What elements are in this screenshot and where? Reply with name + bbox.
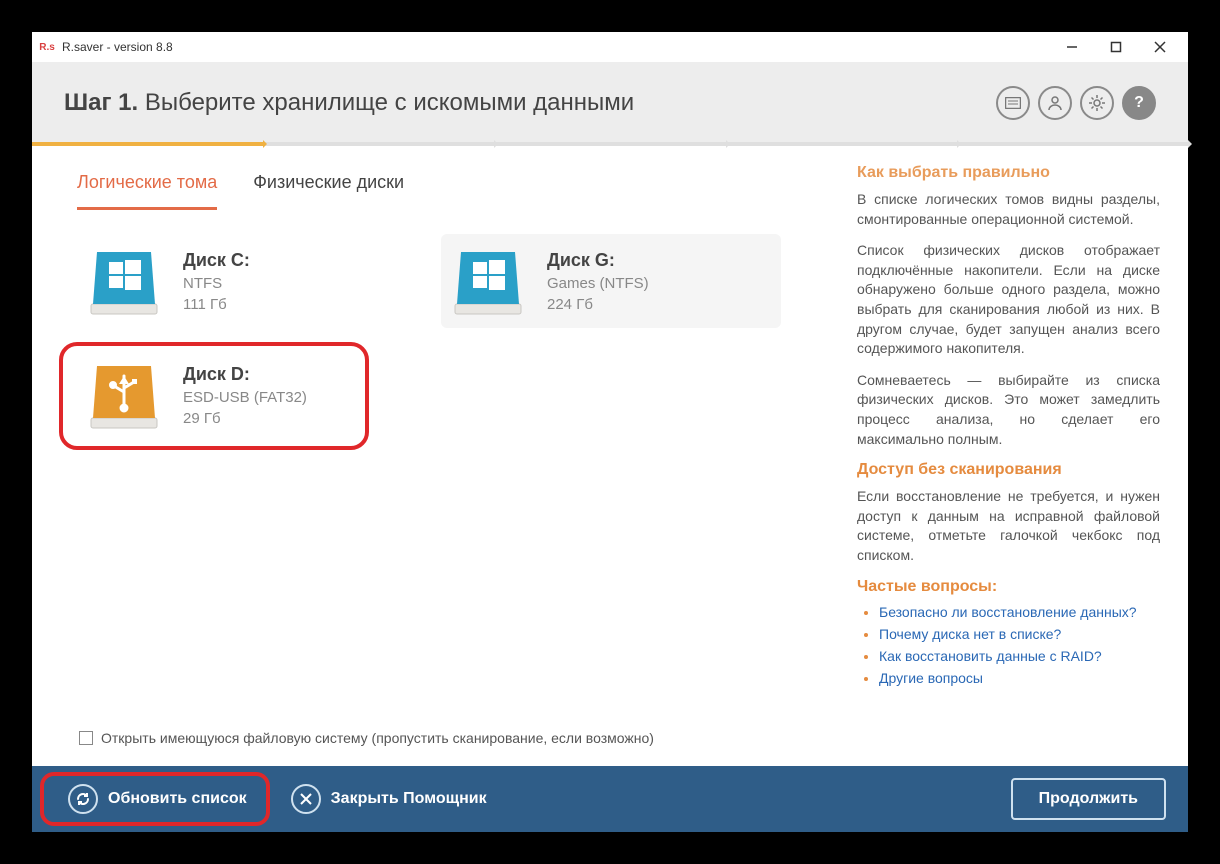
maximize-button[interactable] <box>1094 33 1138 61</box>
progress-strip <box>32 142 1188 146</box>
disk-item-d[interactable]: Диск D: ESD-USB (FAT32) 29 Гб <box>77 348 417 442</box>
disk-fs: NTFS <box>183 275 250 292</box>
disk-fs: Games (NTFS) <box>547 275 649 292</box>
disk-size: 111 Гб <box>183 296 250 313</box>
help-heading-faq: Частые вопросы: <box>857 578 1160 596</box>
disk-size: 29 Гб <box>183 410 307 427</box>
disk-size: 224 Гб <box>547 296 649 313</box>
disk-name: Диск G: <box>547 250 649 271</box>
refresh-label: Обновить список <box>108 790 247 808</box>
drive-usb-icon <box>85 358 163 432</box>
faq-link[interactable]: Почему диска нет в списке? <box>879 626 1160 642</box>
disk-grid: Диск C: NTFS 111 Гб Д <box>77 234 847 442</box>
help-icon[interactable]: ? <box>1122 86 1156 120</box>
disk-item-g[interactable]: Диск G: Games (NTFS) 224 Гб <box>441 234 781 328</box>
license-icon[interactable] <box>996 86 1030 120</box>
help-paragraph: Сомневаетесь — выбирайте из списка физич… <box>857 371 1160 449</box>
help-paragraph: В списке логических томов видны разделы,… <box>857 190 1160 229</box>
faq-link[interactable]: Другие вопросы <box>879 670 1160 686</box>
disk-name: Диск D: <box>183 364 307 385</box>
help-paragraph: Список физических дисков отображает подк… <box>857 241 1160 359</box>
app-icon: R.s <box>38 38 56 56</box>
close-assistant-button[interactable]: Закрыть Помощник <box>277 776 501 822</box>
close-button[interactable] <box>1138 33 1182 61</box>
left-panel: Логические тома Физические диски <box>77 164 847 756</box>
disk-item-c[interactable]: Диск C: NTFS 111 Гб <box>77 234 417 328</box>
help-sidebar: Как выбрать правильно В списке логически… <box>847 164 1160 756</box>
continue-button[interactable]: Продолжить <box>1011 778 1166 820</box>
disk-fs: ESD-USB (FAT32) <box>183 389 307 406</box>
checkbox-icon <box>79 731 93 745</box>
minimize-button[interactable] <box>1050 33 1094 61</box>
footer-bar: Обновить список Закрыть Помощник Продолж… <box>32 766 1188 832</box>
refresh-icon <box>68 784 98 814</box>
checkbox-label: Открыть имеющуюся файловую систему (проп… <box>101 730 654 746</box>
faq-link[interactable]: Безопасно ли восстановление данных? <box>879 604 1160 620</box>
drive-windows-icon <box>85 244 163 318</box>
help-heading-noscan: Доступ без сканирования <box>857 461 1160 479</box>
drive-windows-icon <box>449 244 527 318</box>
close-icon <box>291 784 321 814</box>
faq-list: Безопасно ли восстановление данных? Поче… <box>857 604 1160 686</box>
refresh-list-button[interactable]: Обновить список <box>54 776 261 822</box>
app-window: R.s R.saver - version 8.8 Шаг 1. Выберит… <box>32 32 1188 832</box>
disk-name: Диск C: <box>183 250 250 271</box>
open-filesystem-checkbox[interactable]: Открыть имеющуюся файловую систему (проп… <box>77 724 847 756</box>
faq-link[interactable]: Как восстановить данные с RAID? <box>879 648 1160 664</box>
content-area: Логические тома Физические диски <box>32 146 1188 766</box>
user-icon[interactable] <box>1038 86 1072 120</box>
tab-logical-volumes[interactable]: Логические тома <box>77 164 217 210</box>
tabs: Логические тома Физические диски <box>77 164 847 210</box>
tab-physical-disks[interactable]: Физические диски <box>253 164 404 210</box>
continue-label: Продолжить <box>1039 790 1138 808</box>
window-title: R.saver - version 8.8 <box>62 40 173 54</box>
close-label: Закрыть Помощник <box>331 790 487 808</box>
step-header: Шаг 1. Выберите хранилище с искомыми дан… <box>32 62 1188 142</box>
titlebar: R.s R.saver - version 8.8 <box>32 32 1188 62</box>
page-title: Шаг 1. Выберите хранилище с искомыми дан… <box>64 89 634 117</box>
help-heading-howto: Как выбрать правильно <box>857 164 1160 182</box>
gear-icon[interactable] <box>1080 86 1114 120</box>
help-paragraph: Если восстановление не требуется, и нуже… <box>857 487 1160 565</box>
